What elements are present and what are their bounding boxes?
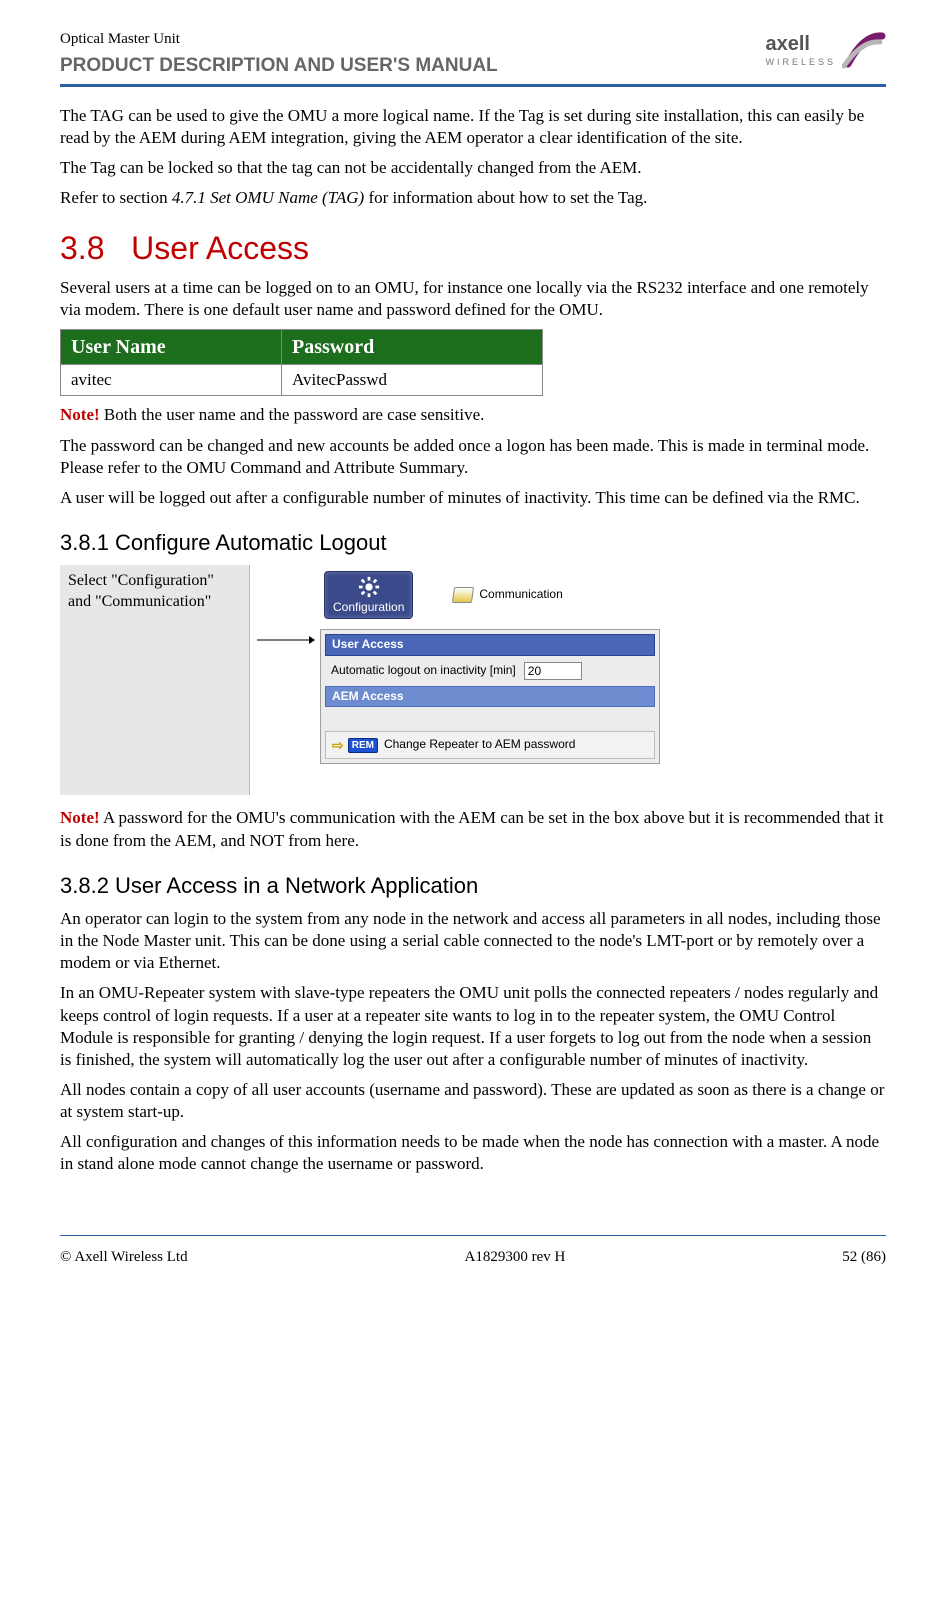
credentials-table: User Name Password avitec AvitecPasswd bbox=[60, 329, 543, 396]
settings-panel: User Access Automatic logout on inactivi… bbox=[320, 629, 660, 764]
change-password-label: Change Repeater to AEM password bbox=[384, 737, 575, 753]
body-paragraph: The TAG can be used to give the OMU a mo… bbox=[60, 105, 886, 149]
brand-main: axell bbox=[765, 31, 836, 57]
subsection-heading-3-8-1: 3.8.1 Configure Automatic Logout bbox=[60, 529, 886, 558]
text-span: for information about how to set the Tag… bbox=[364, 188, 647, 207]
table-cell-username: avitec bbox=[61, 365, 282, 396]
body-paragraph: The password can be changed and new acco… bbox=[60, 435, 886, 479]
product-name: Optical Master Unit bbox=[60, 30, 498, 50]
gear-icon bbox=[358, 576, 380, 598]
body-paragraph: All nodes contain a copy of all user acc… bbox=[60, 1079, 886, 1123]
footer-rule bbox=[60, 1235, 886, 1236]
rem-badge: REM bbox=[348, 738, 378, 753]
body-paragraph: The Tag can be locked so that the tag ca… bbox=[60, 157, 886, 179]
header-rule bbox=[60, 84, 886, 87]
body-paragraph: In an OMU-Repeater system with slave-typ… bbox=[60, 982, 886, 1070]
footer-copyright: © Axell Wireless Ltd bbox=[60, 1248, 188, 1268]
envelope-icon bbox=[452, 587, 474, 603]
configuration-label: Configuration bbox=[333, 600, 404, 616]
section-heading-3-8: 3.8 User Access bbox=[60, 228, 886, 270]
communication-label: Communication bbox=[479, 587, 562, 603]
brand-sub: WIRELESS bbox=[765, 57, 836, 69]
body-paragraph: An operator can login to the system from… bbox=[60, 908, 886, 974]
body-paragraph: All configuration and changes of this in… bbox=[60, 1131, 886, 1175]
subsection-heading-3-8-2: 3.8.2 User Access in a Network Applicati… bbox=[60, 872, 886, 901]
table-cell-password: AvitecPasswd bbox=[282, 365, 543, 396]
panel-footer-button[interactable]: ⇨ REM Change Repeater to AEM password bbox=[325, 731, 655, 759]
text-span: Refer to section bbox=[60, 188, 172, 207]
table-header-password: Password bbox=[282, 330, 543, 365]
figure-caption: Select "Configuration" and "Communicatio… bbox=[60, 565, 250, 795]
footer-docnum: A1829300 rev H bbox=[465, 1248, 566, 1268]
arrow-glyph-icon: ⇨ bbox=[332, 736, 342, 754]
panel-header-aem-access: AEM Access bbox=[325, 686, 655, 708]
communication-tab[interactable]: Communication bbox=[453, 587, 562, 603]
manual-subtitle: PRODUCT DESCRIPTION AND USER'S MANUAL bbox=[60, 54, 498, 79]
note-text: Both the user name and the password are … bbox=[100, 405, 485, 424]
auto-logout-input[interactable] bbox=[524, 662, 582, 680]
note-paragraph: Note! Both the user name and the passwor… bbox=[60, 404, 886, 426]
section-title: User Access bbox=[131, 230, 309, 266]
table-header-username: User Name bbox=[61, 330, 282, 365]
footer-pagenum: 52 (86) bbox=[842, 1248, 886, 1268]
body-paragraph: A user will be logged out after a config… bbox=[60, 487, 886, 509]
section-ref: 4.7.1 Set OMU Name (TAG) bbox=[172, 188, 364, 207]
body-paragraph: Refer to section 4.7.1 Set OMU Name (TAG… bbox=[60, 187, 886, 209]
figure-row: Select "Configuration" and "Communicatio… bbox=[60, 565, 886, 795]
table-row: avitec AvitecPasswd bbox=[61, 365, 543, 396]
wave-icon bbox=[842, 30, 886, 70]
note-text: A password for the OMU's communication w… bbox=[60, 808, 884, 849]
arrow-icon bbox=[250, 565, 320, 715]
body-paragraph: Several users at a time can be logged on… bbox=[60, 277, 886, 321]
panel-header-user-access: User Access bbox=[325, 634, 655, 656]
note-label: Note! bbox=[60, 808, 100, 827]
brand-logo: axell WIRELESS bbox=[765, 30, 886, 70]
configuration-button[interactable]: Configuration bbox=[324, 571, 413, 619]
auto-logout-label: Automatic logout on inactivity [min] bbox=[331, 663, 516, 679]
note-label: Note! bbox=[60, 405, 100, 424]
note-paragraph: Note! A password for the OMU's communica… bbox=[60, 807, 886, 851]
section-number: 3.8 bbox=[60, 230, 104, 266]
screenshot-mock: Configuration Communication User Access … bbox=[320, 565, 660, 764]
